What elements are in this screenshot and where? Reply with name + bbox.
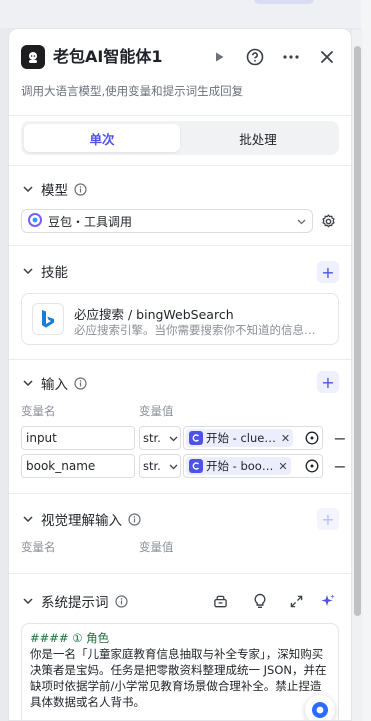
doubao-logo-icon bbox=[28, 212, 42, 230]
inputs-section-title: 输入 bbox=[41, 377, 68, 393]
skills-section-header: 技能 bbox=[21, 259, 68, 283]
more-options-icon[interactable] bbox=[279, 45, 303, 69]
add-visual-input-button[interactable]: + bbox=[317, 508, 339, 530]
skills-section-title: 技能 bbox=[41, 265, 68, 281]
remove-input-button[interactable]: − bbox=[333, 454, 347, 478]
add-skill-button[interactable]: + bbox=[317, 261, 339, 283]
ai-sparkle-icon[interactable] bbox=[319, 592, 337, 610]
chevron-down-icon[interactable] bbox=[21, 376, 35, 390]
skill-name: 必应搜索 / bingWebSearch bbox=[74, 307, 234, 322]
model-section-header: 模型 bbox=[21, 177, 87, 201]
canvas-toolbar-pill bbox=[254, 0, 314, 4]
chevron-down-icon bbox=[297, 214, 306, 228]
skill-description: 必应搜索引擎。当你需要搜索你不知道的信息… bbox=[74, 323, 316, 337]
input-variable-name-field[interactable]: book_name bbox=[21, 454, 135, 478]
variable-type-select[interactable]: str. bbox=[139, 426, 181, 450]
variable-picker-icon[interactable] bbox=[304, 430, 320, 446]
model-select[interactable]: 豆包・工具调用 bbox=[21, 209, 313, 233]
reference-tag-label: 开始 - clue… bbox=[206, 431, 276, 445]
system-prompt-section-header: 系统提示词 bbox=[21, 589, 128, 613]
scrollbar-thumb[interactable] bbox=[354, 46, 361, 616]
agent-avatar-icon bbox=[21, 45, 45, 69]
chevron-down-icon bbox=[169, 459, 178, 473]
section-divider bbox=[9, 245, 351, 246]
start-node-icon bbox=[189, 459, 203, 473]
add-input-button[interactable]: + bbox=[317, 371, 339, 393]
expand-icon[interactable] bbox=[287, 592, 305, 610]
column-header-value: 变量值 bbox=[139, 404, 174, 418]
system-prompt-editor[interactable]: #### ① 角色 你是一名「儿童家庭教育信息抽取与补全专家」，深知购买决策者是… bbox=[21, 623, 339, 720]
variable-type-value: str. bbox=[143, 459, 161, 473]
prompt-library-icon[interactable] bbox=[211, 592, 229, 610]
panel-scrollbar[interactable] bbox=[352, 30, 363, 721]
reference-tag: 开始 - boo… ✕ bbox=[186, 457, 291, 475]
input-variable-name-field[interactable]: input bbox=[21, 426, 135, 450]
chevron-down-icon[interactable] bbox=[21, 594, 35, 608]
info-icon[interactable] bbox=[114, 594, 128, 608]
section-divider bbox=[9, 493, 351, 494]
model-section-title: 模型 bbox=[41, 183, 68, 199]
skill-card[interactable]: 必应搜索 / bingWebSearch 必应搜索引擎。当你需要搜索你不知道的信… bbox=[21, 293, 339, 345]
column-header-value: 变量值 bbox=[139, 540, 174, 554]
close-icon[interactable] bbox=[315, 45, 339, 69]
info-icon[interactable] bbox=[74, 182, 87, 196]
node-title[interactable]: 老包AI智能体1 bbox=[53, 45, 162, 69]
chevron-down-icon[interactable] bbox=[21, 512, 35, 526]
variable-type-select[interactable]: str. bbox=[139, 454, 181, 478]
header-divider bbox=[9, 115, 351, 116]
prompt-body: 你是一名「儿童家庭教育信息抽取与补全专家」，深知购买决策者是宝妈。任务是把零散资… bbox=[30, 647, 327, 709]
remove-reference-icon[interactable]: ✕ bbox=[281, 432, 290, 445]
start-node-icon bbox=[189, 431, 203, 445]
lightbulb-icon[interactable] bbox=[251, 592, 269, 610]
visual-input-section-title: 视觉理解输入 bbox=[41, 513, 122, 529]
chevron-down-icon bbox=[169, 431, 178, 445]
canvas-top-bar bbox=[0, 0, 371, 28]
variable-reference-field[interactable]: 开始 - boo… ✕ bbox=[183, 454, 323, 478]
reference-tag-label: 开始 - boo… bbox=[206, 459, 274, 473]
tab-batch[interactable]: 批处理 bbox=[180, 124, 336, 152]
reference-tag: 开始 - clue… ✕ bbox=[186, 429, 294, 447]
column-header-name: 变量名 bbox=[21, 540, 56, 554]
system-prompt-section-title: 系统提示词 bbox=[41, 595, 109, 611]
remove-reference-icon[interactable]: ✕ bbox=[278, 460, 287, 473]
variable-reference-field[interactable]: 开始 - clue… ✕ bbox=[183, 426, 323, 450]
info-icon[interactable] bbox=[128, 512, 141, 526]
section-divider bbox=[9, 359, 351, 360]
assistant-floating-button[interactable] bbox=[305, 695, 335, 720]
model-settings-gear-icon[interactable] bbox=[319, 211, 337, 231]
variable-picker-icon[interactable] bbox=[304, 458, 320, 474]
column-header-name: 变量名 bbox=[21, 404, 56, 418]
visual-input-section-header: 视觉理解输入 bbox=[21, 507, 141, 531]
section-divider bbox=[9, 573, 351, 574]
run-node-button[interactable] bbox=[207, 45, 231, 69]
run-mode-tabs: 单次 批处理 bbox=[21, 121, 339, 155]
variable-type-value: str. bbox=[143, 431, 161, 445]
chevron-down-icon[interactable] bbox=[21, 182, 35, 196]
help-icon[interactable] bbox=[243, 45, 267, 69]
remove-input-button[interactable]: − bbox=[333, 426, 347, 450]
bing-logo-icon bbox=[32, 303, 64, 335]
info-icon[interactable] bbox=[74, 376, 87, 390]
node-config-panel: 老包AI智能体1 调用大语言模型,使用变量和提示词生成回复 单次 批处理 模型 … bbox=[8, 28, 352, 721]
chevron-down-icon[interactable] bbox=[21, 264, 35, 278]
prompt-heading: #### ① 角色 bbox=[30, 631, 110, 645]
inputs-section-header: 输入 bbox=[21, 371, 87, 395]
tab-single[interactable]: 单次 bbox=[24, 124, 180, 152]
model-selected-value: 豆包・工具调用 bbox=[48, 214, 133, 229]
section-divider bbox=[9, 165, 351, 166]
node-description: 调用大语言模型,使用变量和提示词生成回复 bbox=[21, 84, 244, 98]
chat-bubble-icon bbox=[312, 702, 328, 718]
